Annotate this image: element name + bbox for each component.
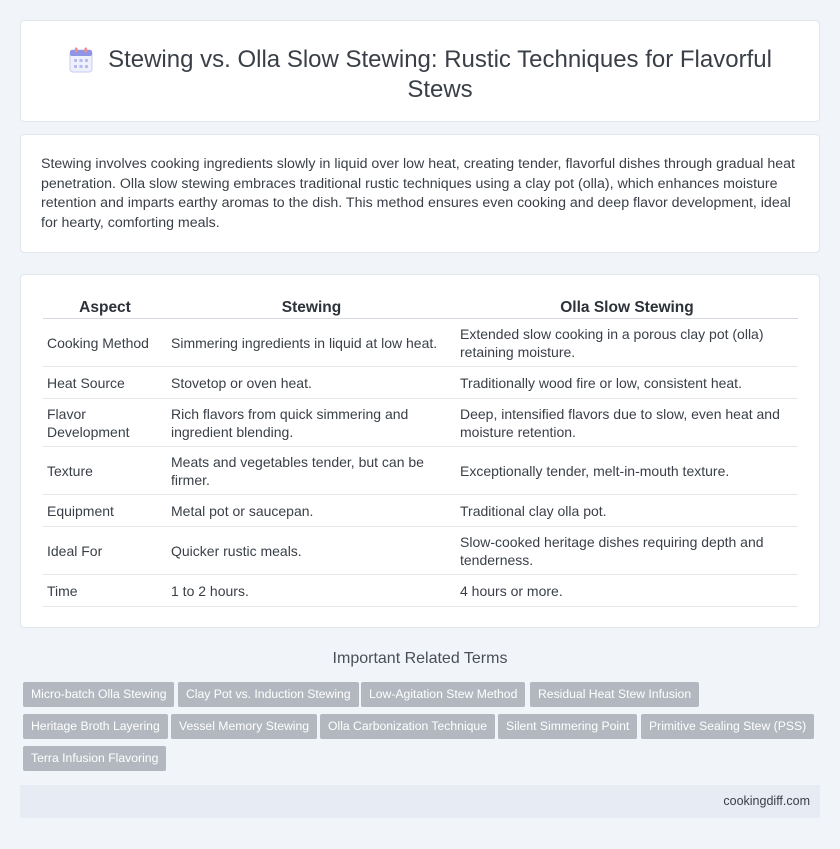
table-row: Equipment Metal pot or saucepan. Traditi… xyxy=(43,495,798,527)
table-row: Ideal For Quicker rustic meals. Slow-coo… xyxy=(43,527,798,575)
cell-olla: 4 hours or more. xyxy=(456,575,798,607)
related-terms-title: Important Related Terms xyxy=(332,650,508,667)
cell-aspect: Flavor Development xyxy=(43,399,167,447)
header-stewing: Stewing xyxy=(167,293,456,319)
table-header-row: Aspect Stewing Olla Slow Stewing xyxy=(43,293,798,319)
page-title: Stewing vs. Olla Slow Stewing: Rustic Te… xyxy=(108,46,772,103)
footer: cookingdiff.com xyxy=(20,785,820,818)
table-row: Flavor Development Rich flavors from qui… xyxy=(43,399,798,447)
cell-stewing: 1 to 2 hours. xyxy=(167,575,456,607)
tag-link[interactable]: Silent Simmering Point xyxy=(498,714,638,739)
cell-stewing: Rich flavors from quick simmering and in… xyxy=(167,399,456,447)
tag-link[interactable]: Low-Agitation Stew Method xyxy=(361,682,526,707)
header-card: Stewing vs. Olla Slow Stewing: Rustic Te… xyxy=(20,20,820,122)
comparison-card: Aspect Stewing Olla Slow Stewing Cooking… xyxy=(20,274,820,628)
footer-site-link[interactable]: cookingdiff.com xyxy=(723,794,810,808)
tag-link[interactable]: Clay Pot vs. Induction Stewing xyxy=(178,682,359,707)
tag-link[interactable]: Heritage Broth Layering xyxy=(23,714,168,739)
cell-aspect: Cooking Method xyxy=(43,319,167,367)
header-aspect: Aspect xyxy=(43,293,167,319)
cell-aspect: Heat Source xyxy=(43,367,167,399)
intro-card: Stewing involves cooking ingredients slo… xyxy=(20,134,820,253)
cell-olla: Traditional clay olla pot. xyxy=(456,495,798,527)
cell-olla: Traditionally wood fire or low, consiste… xyxy=(456,367,798,399)
cell-olla: Slow-cooked heritage dishes requiring de… xyxy=(456,527,798,575)
cell-aspect: Time xyxy=(43,575,167,607)
cell-aspect: Equipment xyxy=(43,495,167,527)
cell-olla: Deep, intensified flavors due to slow, e… xyxy=(456,399,798,447)
header-olla: Olla Slow Stewing xyxy=(456,293,798,319)
comparison-table: Aspect Stewing Olla Slow Stewing Cooking… xyxy=(43,293,798,607)
table-row: Heat Source Stovetop or oven heat. Tradi… xyxy=(43,367,798,399)
table-row: Time 1 to 2 hours. 4 hours or more. xyxy=(43,575,798,607)
tag-link[interactable]: Olla Carbonization Technique xyxy=(320,714,495,739)
tag-link[interactable]: Terra Infusion Flavoring xyxy=(23,746,167,771)
tag-link[interactable]: Vessel Memory Stewing xyxy=(171,714,318,739)
cell-stewing: Quicker rustic meals. xyxy=(167,527,456,575)
cell-stewing: Stovetop or oven heat. xyxy=(167,367,456,399)
tag-link[interactable]: Residual Heat Stew Infusion xyxy=(530,682,700,707)
cell-aspect: Texture xyxy=(43,447,167,495)
cell-stewing: Meats and vegetables tender, but can be … xyxy=(167,447,456,495)
tag-link[interactable]: Micro-batch Olla Stewing xyxy=(23,682,175,707)
cell-olla: Exceptionally tender, melt-in-mouth text… xyxy=(456,447,798,495)
cell-olla: Extended slow cooking in a porous clay p… xyxy=(456,319,798,367)
table-row: Cooking Method Simmering ingredients in … xyxy=(43,319,798,367)
table-row: Texture Meats and vegetables tender, but… xyxy=(43,447,798,495)
intro-paragraph: Stewing involves cooking ingredients slo… xyxy=(41,156,795,231)
cell-stewing: Metal pot or saucepan. xyxy=(167,495,456,527)
cell-stewing: Simmering ingredients in liquid at low h… xyxy=(167,319,456,367)
cell-aspect: Ideal For xyxy=(43,527,167,575)
tag-link[interactable]: Primitive Sealing Stew (PSS) xyxy=(641,714,815,739)
